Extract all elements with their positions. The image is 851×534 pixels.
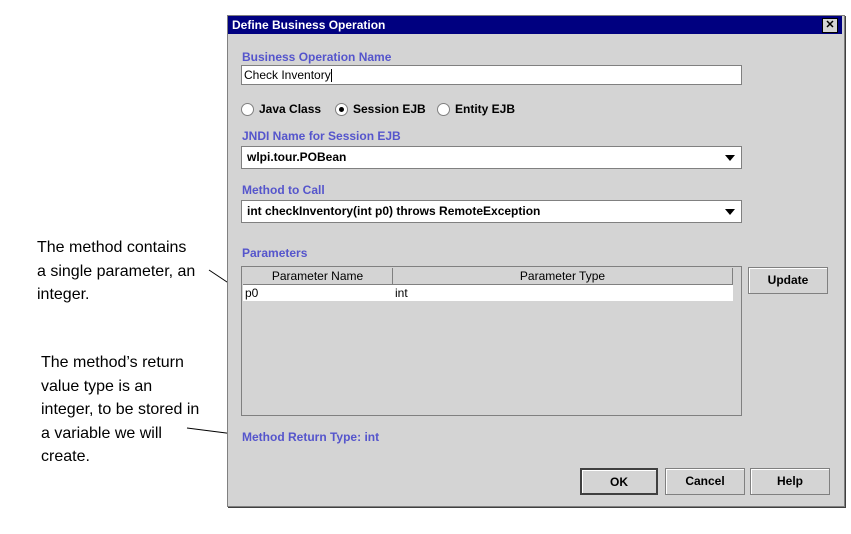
column-header-name[interactable]: Parameter Name: [243, 268, 393, 285]
column-header-type[interactable]: Parameter Type: [393, 268, 733, 285]
close-icon[interactable]: ✕: [822, 18, 838, 33]
radio-label: Java Class: [259, 102, 322, 116]
dialog-title-bar: Define Business Operation ✕: [228, 16, 842, 34]
text-cursor: [330, 69, 332, 83]
jndi-value: wlpi.tour.POBean: [247, 150, 347, 164]
operation-name-input[interactable]: Check Inventory: [241, 65, 742, 85]
table-row[interactable]: p0 int: [243, 285, 733, 301]
radio-label: Session EJB: [353, 102, 426, 116]
method-value: int checkInventory(int p0) throws Remote…: [247, 204, 541, 218]
chevron-down-icon: [725, 155, 735, 161]
radio-entity-ejb[interactable]: Entity EJB: [437, 102, 515, 116]
radio-button: [241, 102, 254, 116]
jndi-label: JNDI Name for Session EJB: [242, 129, 401, 143]
jndi-name-combobox[interactable]: wlpi.tour.POBean: [241, 146, 742, 169]
radio-button-selected: [335, 102, 348, 116]
name-label: Business Operation Name: [242, 50, 392, 64]
help-button[interactable]: Help: [750, 468, 830, 495]
dialog-title: Define Business Operation: [232, 18, 386, 32]
update-button[interactable]: Update: [748, 267, 828, 294]
cell-param-type: int: [395, 286, 408, 300]
radio-button: [437, 102, 450, 116]
cell-param-name: p0: [245, 286, 259, 300]
parameters-label: Parameters: [242, 246, 308, 260]
chevron-down-icon: [725, 209, 735, 215]
parameters-table: Parameter Name Parameter Type p0 int: [241, 266, 742, 416]
method-return-type: Method Return Type: int: [242, 430, 380, 444]
method-label: Method to Call: [242, 183, 325, 197]
cancel-button[interactable]: Cancel: [665, 468, 745, 495]
define-business-operation-dialog: Define Business Operation ✕ Business Ope…: [227, 15, 845, 507]
radio-label: Entity EJB: [455, 102, 516, 116]
radio-session-ejb[interactable]: Session EJB: [335, 102, 426, 116]
operation-name-value: Check Inventory: [244, 68, 331, 82]
method-combobox[interactable]: int checkInventory(int p0) throws Remote…: [241, 200, 742, 223]
ok-button[interactable]: OK: [580, 468, 658, 495]
radio-java-class[interactable]: Java Class: [241, 102, 321, 116]
